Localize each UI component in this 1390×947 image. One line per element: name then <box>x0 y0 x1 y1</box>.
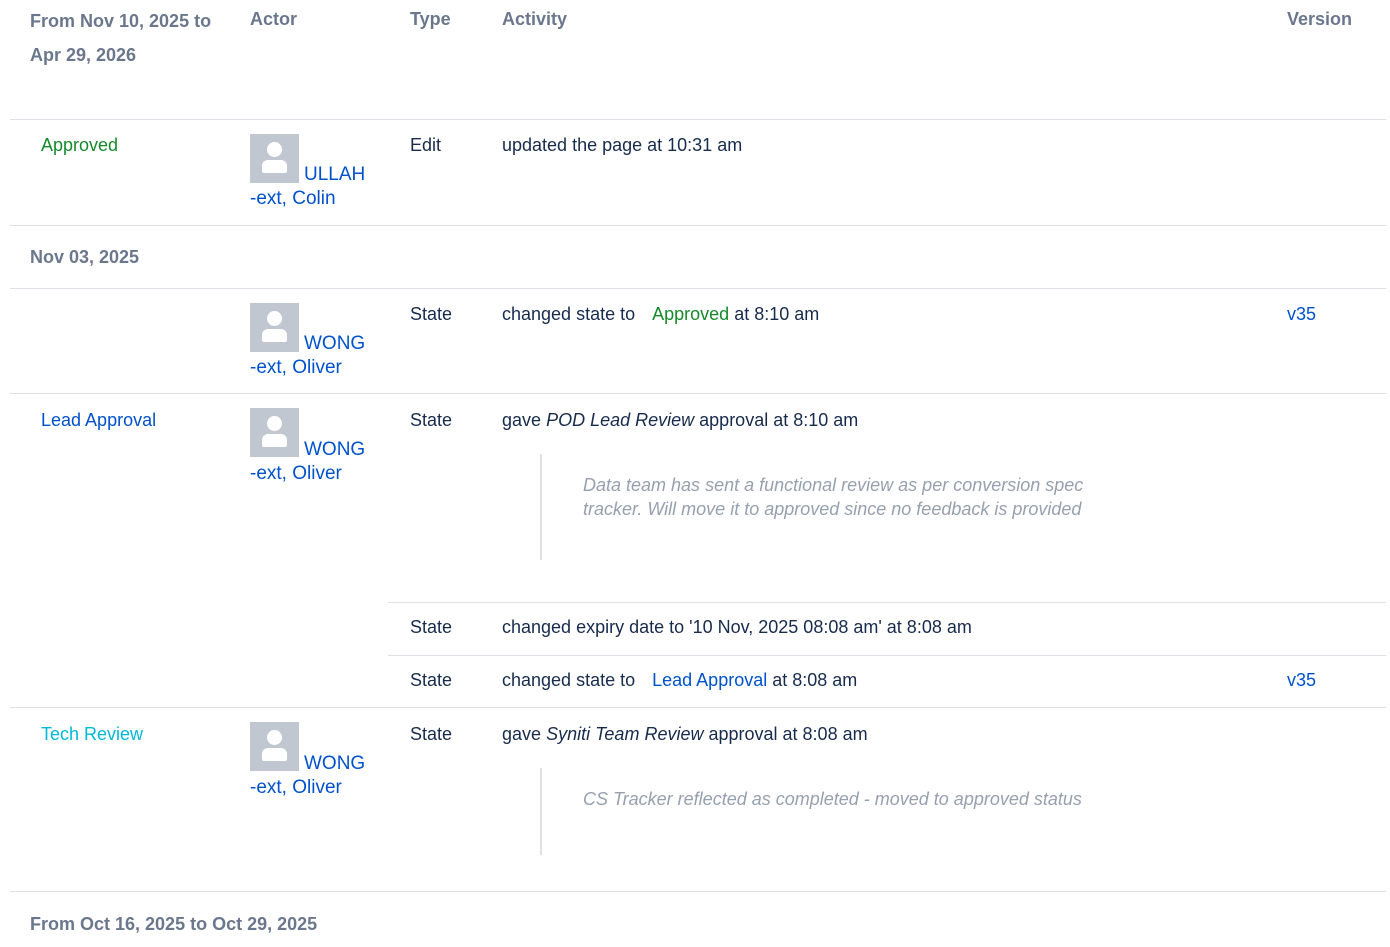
review-name: POD Lead Review <box>546 410 695 430</box>
version-link[interactable]: v35 <box>1287 304 1316 325</box>
state-label-approved: Approved <box>41 135 119 155</box>
activity-type: Edit <box>410 135 442 155</box>
actor-link-cont[interactable]: -ext, Colin <box>250 187 336 210</box>
activity-suffix: at 8:08 am <box>772 670 858 690</box>
activity-suffix: approval at 8:08 am <box>708 724 868 744</box>
activity-type: State <box>410 617 453 637</box>
approval-comment: CS Tracker reflected as completed - move… <box>540 768 1103 855</box>
activity-type: State <box>410 670 453 690</box>
activity-suffix: at 8:10 am <box>734 304 820 324</box>
actor-link[interactable]: WONG <box>304 332 365 355</box>
column-header-actor: Actor <box>250 9 298 29</box>
activity-text: gave Syniti Team Review approval at 8:08… <box>502 724 868 745</box>
activity-prefix: gave <box>502 410 542 430</box>
column-header-version: Version <box>1287 9 1353 29</box>
activity-prefix: gave <box>502 724 542 744</box>
user-avatar-icon[interactable] <box>250 303 299 352</box>
version-link[interactable]: v35 <box>1287 670 1316 691</box>
activity-text: changed expiry date to '10 Nov, 2025 08:… <box>502 617 972 637</box>
state-label-lead-approval[interactable]: Lead Approval <box>41 410 156 431</box>
divider <box>10 225 1386 226</box>
actor-link-cont[interactable]: -ext, Oliver <box>250 462 342 485</box>
review-name: Syniti Team Review <box>546 724 704 744</box>
activity-type: State <box>410 304 453 324</box>
state-lozenge-lead-approval: Lead Approval <box>652 670 768 690</box>
activity-type: State <box>410 410 453 430</box>
activity-prefix: changed state to <box>502 304 636 324</box>
state-label-tech-review[interactable]: Tech Review <box>41 724 143 745</box>
column-header-activity: Activity <box>502 9 568 29</box>
divider <box>10 393 1386 394</box>
activity-text: changed state to Lead Approval at 8:08 a… <box>502 670 857 691</box>
divider <box>388 655 1386 656</box>
divider <box>10 288 1386 289</box>
divider <box>10 891 1386 892</box>
activity-suffix: approval at 8:10 am <box>699 410 859 430</box>
column-header-date-range: From Nov 10, 2025 to Apr 29, 2026 <box>30 11 212 65</box>
group-heading: From Oct 16, 2025 to Oct 29, 2025 <box>30 914 318 934</box>
actor-link[interactable]: ULLAH <box>304 163 365 186</box>
user-avatar-icon[interactable] <box>250 722 299 771</box>
actor-link[interactable]: WONG <box>304 438 365 461</box>
actor-link[interactable]: WONG <box>304 752 365 775</box>
user-avatar-icon[interactable] <box>250 408 299 457</box>
activity-text: updated the page at 10:31 am <box>502 135 743 155</box>
column-header-type: Type <box>410 9 451 29</box>
approval-comment: Data team has sent a functional review a… <box>540 454 1103 560</box>
group-heading: Nov 03, 2025 <box>30 247 140 267</box>
divider <box>388 602 1386 603</box>
activity-type: State <box>410 724 453 744</box>
activity-text: gave POD Lead Review approval at 8:10 am <box>502 410 858 431</box>
actor-link-cont[interactable]: -ext, Oliver <box>250 776 342 799</box>
activity-prefix: changed state to <box>502 670 636 690</box>
divider <box>10 707 1386 708</box>
user-avatar-icon[interactable] <box>250 134 299 183</box>
state-lozenge-approved: Approved <box>652 304 730 324</box>
activity-text: changed state to Approved at 8:10 am <box>502 304 819 325</box>
actor-link-cont[interactable]: -ext, Oliver <box>250 356 342 379</box>
divider <box>10 119 1386 120</box>
